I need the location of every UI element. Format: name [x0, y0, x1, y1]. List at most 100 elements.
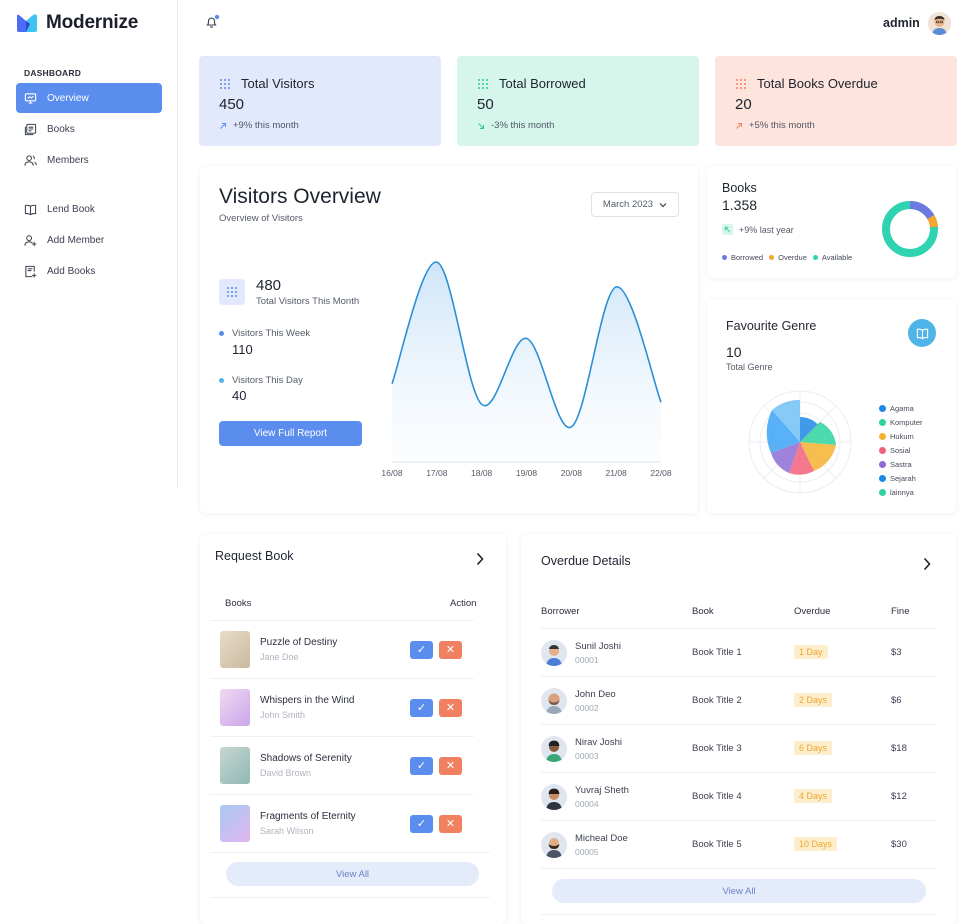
avatar[interactable]	[928, 12, 951, 35]
x-tick-label: 16/08	[381, 468, 403, 478]
column-header-borrower: Borrower	[541, 606, 580, 617]
column-header-book: Book	[692, 606, 714, 617]
chevron-right-icon[interactable]	[475, 552, 485, 566]
view-all-button[interactable]: View All	[552, 879, 926, 903]
sidebar-item-add-books[interactable]: Add Books	[16, 256, 162, 286]
reject-button[interactable]: ✕	[439, 756, 462, 775]
stat-value: 450	[219, 96, 245, 113]
divider	[541, 914, 937, 915]
bullet-icon	[219, 331, 224, 336]
day-value: 40	[232, 388, 247, 403]
genre-total-label: Total Genre	[726, 362, 773, 372]
user-avatar-icon	[546, 693, 562, 714]
divider	[210, 897, 490, 898]
reject-button[interactable]: ✕	[439, 698, 462, 717]
overdue-badge: 4 Days	[794, 789, 833, 803]
legend-dot	[812, 254, 818, 260]
overdue-badge: 6 Days	[794, 741, 833, 755]
stat-value: 20	[735, 96, 752, 113]
sidebar-item-add-member[interactable]: Add Member	[16, 225, 162, 255]
borrower-id: 00004	[575, 798, 599, 809]
notification-bell-icon[interactable]	[204, 14, 220, 30]
stat-card-total-borrowed: Total Borrowed 50 -3% this month	[457, 56, 699, 146]
view-full-report-button[interactable]: View Full Report	[219, 421, 362, 446]
user-plus-icon	[24, 234, 37, 246]
chevron-right-icon[interactable]	[922, 557, 932, 571]
legend-dot	[879, 418, 886, 426]
row-actions: ✓ ✕	[410, 698, 462, 717]
legend-dot	[879, 432, 886, 440]
borrower-id: 00002	[575, 702, 599, 713]
overdue-details-card: Overdue Details Borrower Book Overdue Fi…	[521, 534, 956, 924]
legend-dot	[879, 474, 886, 482]
visitors-icon-box	[219, 279, 245, 305]
legend-dot	[879, 446, 886, 454]
genre-polar-chart	[748, 390, 852, 494]
modernize-logo-icon	[17, 14, 37, 32]
book-title: Book Title 1	[692, 647, 742, 658]
approve-button[interactable]: ✓	[410, 814, 433, 833]
sidebar-item-members[interactable]: Members	[16, 145, 162, 175]
table-row: Nirav Joshi 00003 Book Title 3 6 Days $18	[541, 724, 937, 772]
overdue-badge: 1 Day	[794, 645, 828, 659]
week-label: Visitors This Week	[232, 328, 311, 339]
app-logo[interactable]: Modernize	[16, 12, 138, 34]
books-trend-text: +9% last year	[739, 224, 794, 235]
avatar	[541, 783, 567, 810]
avatar	[541, 831, 567, 858]
app-name: Modernize	[46, 12, 139, 33]
genre-total-value: 10	[726, 344, 742, 360]
book-title: Book Title 3	[692, 743, 742, 754]
view-all-button[interactable]: View All	[226, 862, 479, 886]
card-title: Visitors Overview	[219, 185, 381, 208]
borrower-name: Sunil Joshi	[575, 640, 621, 652]
arrow-up-right-icon	[220, 122, 226, 129]
book-title: Book Title 5	[692, 839, 742, 850]
month-select[interactable]: March 2023	[591, 192, 679, 217]
sidebar-item-label: Overview	[47, 92, 89, 104]
total-visitors-label: Total Visitors This Month	[256, 296, 360, 307]
favourite-genre-card: Favourite Genre 10 Total Genre Agama Kom…	[707, 299, 956, 513]
approve-button[interactable]: ✓	[410, 698, 433, 717]
card-subtitle: Overview of Visitors	[219, 213, 303, 224]
avatar	[541, 687, 567, 714]
card-title: Request Book	[215, 549, 294, 563]
user-name[interactable]: admin	[883, 16, 920, 30]
sidebar-section-label: DASHBOARD	[24, 68, 82, 78]
chevron-down-icon	[659, 202, 667, 207]
approve-button[interactable]: ✓	[410, 640, 433, 659]
book-title: Shadows of Serenity	[260, 753, 352, 764]
borrower-id: 00005	[575, 846, 599, 857]
fine-amount: $3	[891, 647, 902, 658]
legend-label: Komputer	[890, 417, 923, 427]
approve-button[interactable]: ✓	[410, 756, 433, 775]
x-tick-label: 18/08	[471, 468, 493, 478]
reject-button[interactable]: ✕	[439, 814, 462, 833]
book-title: Book Title 4	[692, 791, 742, 802]
stat-card-total-visitors: Total Visitors 450 +9% this month	[199, 56, 441, 146]
sidebar-item-lend-book[interactable]: Lend Book	[16, 194, 162, 224]
add-books-icon	[25, 265, 37, 278]
table-row: Shadows of Serenity David Brown ✓ ✕	[210, 736, 474, 794]
legend-label: Agama	[890, 403, 914, 413]
table-row: Yuvraj Sheth 00004 Book Title 4 4 Days $1…	[541, 772, 937, 820]
book-author: John Smith	[260, 710, 306, 720]
table-row: Micheal Doe 00005 Book Title 5 10 Days $3…	[541, 820, 937, 868]
sidebar-item-overview[interactable]: Overview	[16, 83, 162, 113]
grid-dots-icon	[478, 78, 488, 89]
reject-button[interactable]: ✕	[439, 640, 462, 659]
arrow-down-right-icon	[478, 122, 484, 129]
grid-dots-icon	[220, 78, 230, 89]
book-title: Fragments of Eternity	[260, 811, 356, 822]
divider	[210, 852, 490, 853]
sidebar-item-books[interactable]: Books	[16, 114, 162, 144]
stat-title: Total Books Overdue	[757, 76, 878, 91]
stat-trend: +5% this month	[749, 120, 815, 131]
table-row: Sunil Joshi 00001 Book Title 1 1 Day $3	[541, 628, 937, 676]
genre-book-button[interactable]	[908, 319, 936, 347]
avatar	[541, 639, 567, 666]
request-book-card: Request Book Books Action Puzzle of Dest…	[200, 534, 506, 924]
stat-title: Total Visitors	[241, 76, 315, 91]
open-book-icon	[916, 328, 928, 339]
legend-label: Sastra	[890, 459, 912, 469]
